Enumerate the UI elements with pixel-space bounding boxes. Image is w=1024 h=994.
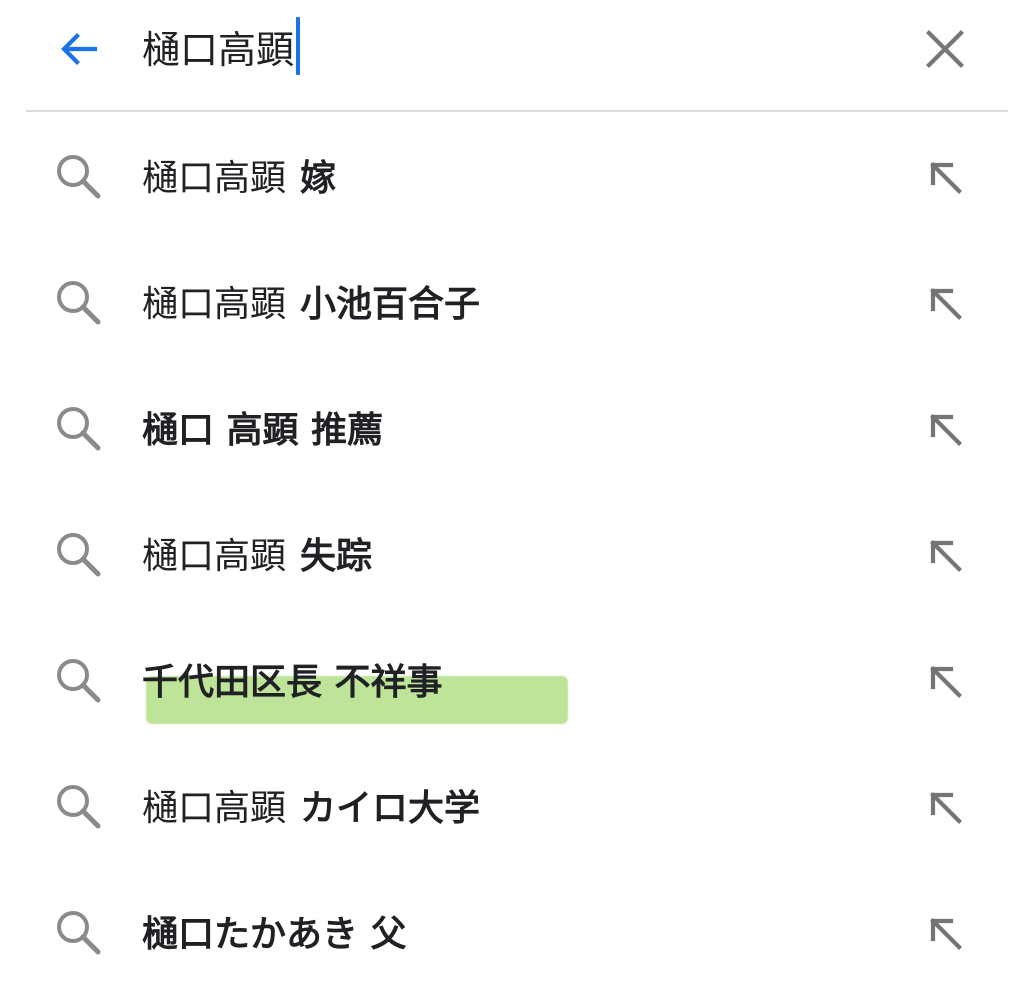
suggestion-item-highlighted[interactable]: 樋口高顕 カイロ大学 bbox=[0, 742, 1024, 868]
fill-query-button[interactable] bbox=[920, 278, 970, 328]
suggestion-item[interactable]: 樋口高顕 小池百合子 bbox=[0, 238, 1024, 364]
suggestion-query-part: 樋口高顕 bbox=[142, 536, 287, 577]
suggestion-item[interactable]: 樋口高顕嫁 bbox=[0, 112, 1024, 238]
back-button[interactable] bbox=[52, 22, 106, 76]
close-icon bbox=[926, 30, 964, 68]
suggestion-completion-part: 小池百合子 bbox=[300, 284, 481, 325]
suggestion-completion-part: カイロ大学 bbox=[300, 788, 481, 829]
fill-query-button[interactable] bbox=[920, 404, 970, 454]
arrow-up-left-icon bbox=[930, 666, 962, 698]
suggestion-item[interactable]: 樋口高顕 失踪 bbox=[0, 490, 1024, 616]
suggestion-item[interactable]: 樋口 高顕 推薦 bbox=[0, 364, 1024, 490]
arrow-up-left-icon bbox=[930, 162, 962, 194]
fill-query-button[interactable] bbox=[920, 656, 970, 706]
search-icon bbox=[57, 407, 101, 451]
suggestion-completion-part: 嫁 bbox=[300, 158, 337, 199]
arrow-up-left-icon bbox=[930, 288, 962, 320]
suggestion-completion-part: 樋口 高顕 推薦 bbox=[142, 410, 384, 451]
arrow-up-left-icon bbox=[930, 918, 962, 950]
text-caret bbox=[296, 17, 301, 75]
arrow-up-left-icon bbox=[930, 540, 962, 572]
arrow-back-icon bbox=[61, 33, 98, 65]
clear-button[interactable] bbox=[918, 22, 972, 76]
suggestion-label: 樋口たかあき 父 bbox=[142, 900, 407, 962]
search-query-text: 樋口高顕 bbox=[142, 27, 295, 72]
suggestion-label: 樋口高顕 カイロ大学 bbox=[142, 774, 480, 836]
fill-query-button[interactable] bbox=[920, 530, 970, 580]
fill-query-button[interactable] bbox=[920, 908, 970, 958]
suggestion-completion-part: 失踪 bbox=[300, 536, 373, 577]
suggestion-query-part: 樋口高顕 bbox=[142, 788, 287, 829]
suggestion-item[interactable]: 樋口たかあき 父 bbox=[0, 868, 1024, 994]
search-icon bbox=[57, 659, 101, 703]
arrow-up-left-icon bbox=[930, 414, 962, 446]
suggestion-label: 樋口 高顕 推薦 bbox=[142, 396, 383, 458]
search-input[interactable]: 樋口高顕 bbox=[142, 14, 301, 78]
suggestion-completion-part: 千代田区長 不祥事 bbox=[142, 662, 443, 703]
search-icon bbox=[57, 785, 101, 829]
fill-query-button[interactable] bbox=[920, 152, 970, 202]
search-icon bbox=[57, 911, 101, 955]
suggestion-completion-part: 樋口たかあき 父 bbox=[142, 914, 407, 955]
suggestion-item[interactable]: 千代田区長 不祥事 bbox=[0, 616, 1024, 742]
arrow-up-left-icon bbox=[930, 792, 962, 824]
suggestion-query-part: 樋口高顕 bbox=[142, 158, 287, 199]
search-icon bbox=[57, 533, 101, 577]
search-bar: 樋口高顕 bbox=[0, 0, 1024, 110]
suggestion-label: 樋口高顕嫁 bbox=[142, 144, 336, 206]
search-icon bbox=[57, 281, 101, 325]
suggestion-label: 樋口高顕 小池百合子 bbox=[142, 270, 480, 332]
search-icon bbox=[57, 155, 101, 199]
suggestion-label: 千代田区長 不祥事 bbox=[142, 648, 443, 710]
suggestion-query-part: 樋口高顕 bbox=[142, 284, 287, 325]
fill-query-button[interactable] bbox=[920, 782, 970, 832]
suggestion-label: 樋口高顕 失踪 bbox=[142, 522, 372, 584]
